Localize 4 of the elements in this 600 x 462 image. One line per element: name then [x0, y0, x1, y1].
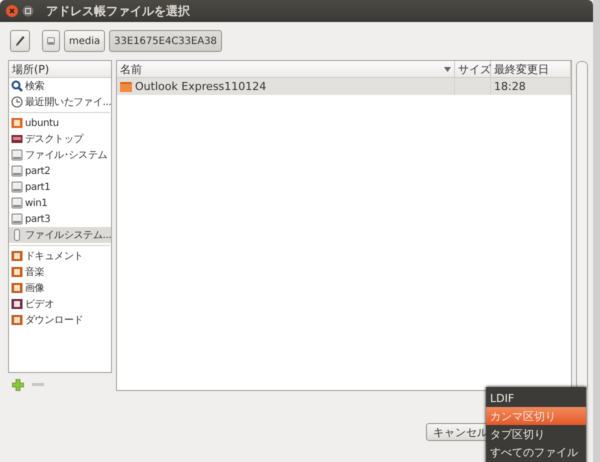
file-name-cell: Outlook Express110124 — [117, 78, 455, 95]
window-title: アドレス帳ファイルを選択 — [46, 2, 190, 20]
places-header: 場所(P) — [9, 61, 111, 78]
modified-cell: 18:28 — [491, 78, 571, 95]
